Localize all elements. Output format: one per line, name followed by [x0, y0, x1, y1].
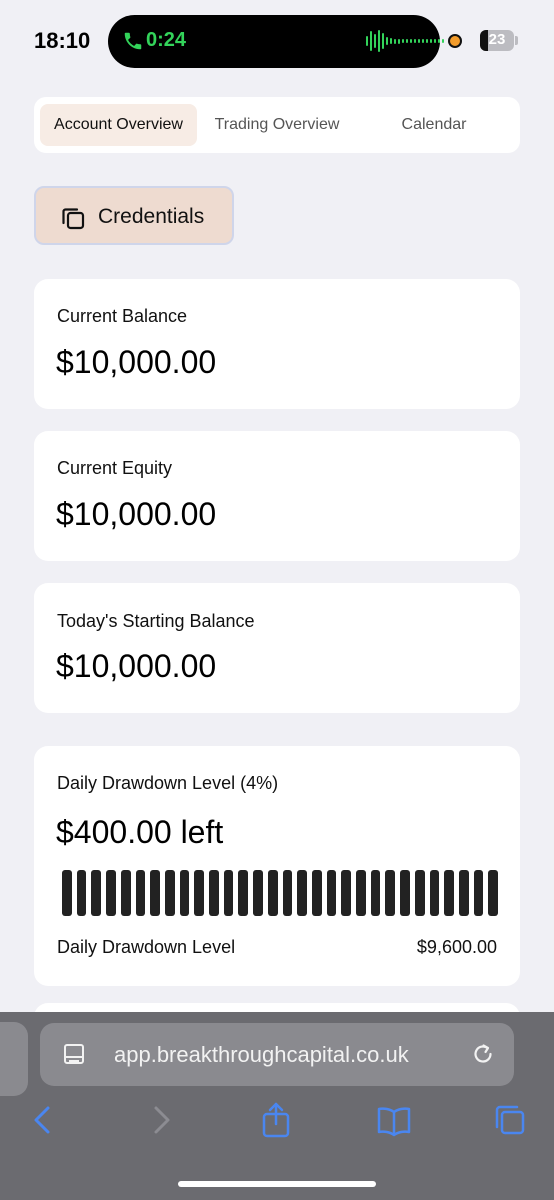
forward-icon[interactable] — [144, 1100, 178, 1140]
battery-percent: 23 — [488, 31, 506, 48]
drawdown-bar-segment — [282, 870, 293, 916]
phone-icon — [124, 32, 142, 50]
bookmarks-icon[interactable] — [375, 1100, 413, 1140]
browser-toolbar: app.breakthroughcapital.co.uk — [0, 1012, 554, 1200]
card-value: $10,000.00 — [56, 496, 217, 532]
home-indicator[interactable] — [178, 1181, 376, 1187]
drawdown-bar-segment — [414, 870, 425, 916]
drawdown-bar-segment — [458, 870, 469, 916]
drawdown-footer-label: Daily Drawdown Level — [57, 937, 236, 957]
drawdown-bar-segment — [62, 870, 72, 916]
credentials-label: Credentials — [98, 205, 205, 228]
drawdown-bar-segment — [444, 870, 454, 916]
overview-tabs: Account Overview Trading Overview Calend… — [34, 97, 520, 153]
dynamic-island[interactable]: 0:24 — [108, 15, 444, 68]
drawdown-bar-segment — [429, 870, 440, 916]
daily-drawdown-card: Daily Drawdown Level (4%) $400.00 left D… — [34, 746, 520, 986]
drawdown-bar-segment — [91, 870, 102, 916]
drawdown-bar-segment — [76, 870, 87, 916]
call-duration: 0:24 — [146, 29, 187, 51]
drawdown-bar-segment — [135, 870, 146, 916]
drawdown-footer-value: $9,600.00 — [416, 937, 497, 957]
drawdown-bar-segment — [400, 870, 410, 916]
card-label: Today's Starting Balance — [57, 611, 255, 631]
share-icon[interactable] — [259, 1100, 293, 1140]
status-time: 18:10 — [34, 28, 91, 53]
drawdown-bar-segment — [150, 870, 160, 916]
drawdown-bar-segment — [209, 870, 219, 916]
drawdown-bar-segment — [488, 870, 499, 916]
status-bar: 18:10 0:24 23 — [0, 0, 554, 84]
card-value: $400.00 left — [56, 814, 224, 850]
copy-icon — [62, 208, 85, 230]
card-value: $10,000.00 — [56, 648, 217, 684]
card-label: Current Balance — [57, 306, 188, 326]
current-balance-card: Current Balance $10,000.00 — [34, 279, 520, 409]
reload-icon[interactable] — [470, 1041, 496, 1067]
drawdown-bar-segment — [326, 870, 337, 916]
drawdown-bar-segment — [223, 870, 234, 916]
drawdown-bar-segment — [164, 870, 175, 916]
reader-icon[interactable] — [62, 1042, 86, 1066]
drawdown-bar-segment — [297, 870, 307, 916]
drawdown-bar-segment — [106, 870, 116, 916]
starting-balance-card: Today's Starting Balance $10,000.00 — [34, 583, 520, 713]
card-value: $10,000.00 — [56, 344, 217, 380]
drawdown-bar-segment — [267, 870, 278, 916]
drawdown-bar-segment — [385, 870, 396, 916]
tab-trading-overview[interactable]: Trading Overview — [202, 104, 352, 146]
drawdown-bar-segment — [473, 870, 484, 916]
audio-waveform-icon — [366, 29, 444, 53]
drawdown-bar-segment — [238, 870, 249, 916]
drawdown-bar-segment — [311, 870, 322, 916]
back-icon[interactable] — [26, 1100, 60, 1140]
previous-tab-preview[interactable] — [0, 1022, 28, 1096]
drawdown-bar-segment — [194, 870, 205, 916]
drawdown-bar-segment — [120, 870, 131, 916]
drawdown-bar-segment — [356, 870, 366, 916]
drawdown-bar-segment — [370, 870, 381, 916]
card-label: Daily Drawdown Level (4%) — [57, 773, 279, 793]
drawdown-bar-segment — [179, 870, 190, 916]
card-label: Current Equity — [57, 458, 173, 478]
url-text: app.breakthroughcapital.co.uk — [114, 1042, 409, 1067]
tab-calendar[interactable]: Calendar — [359, 104, 509, 146]
tabs-icon[interactable] — [493, 1100, 527, 1140]
address-bar[interactable]: app.breakthroughcapital.co.uk — [40, 1023, 514, 1086]
drawdown-bar-segment — [253, 870, 263, 916]
battery-icon: 23 — [480, 30, 514, 51]
battery-tip — [515, 36, 518, 45]
drawdown-bar-segment — [341, 870, 352, 916]
tab-account-overview[interactable]: Account Overview — [40, 104, 197, 146]
drawdown-progress-bar — [62, 870, 499, 916]
recording-indicator-icon — [448, 34, 462, 48]
current-equity-card: Current Equity $10,000.00 — [34, 431, 520, 561]
credentials-button[interactable]: Credentials — [34, 186, 234, 245]
